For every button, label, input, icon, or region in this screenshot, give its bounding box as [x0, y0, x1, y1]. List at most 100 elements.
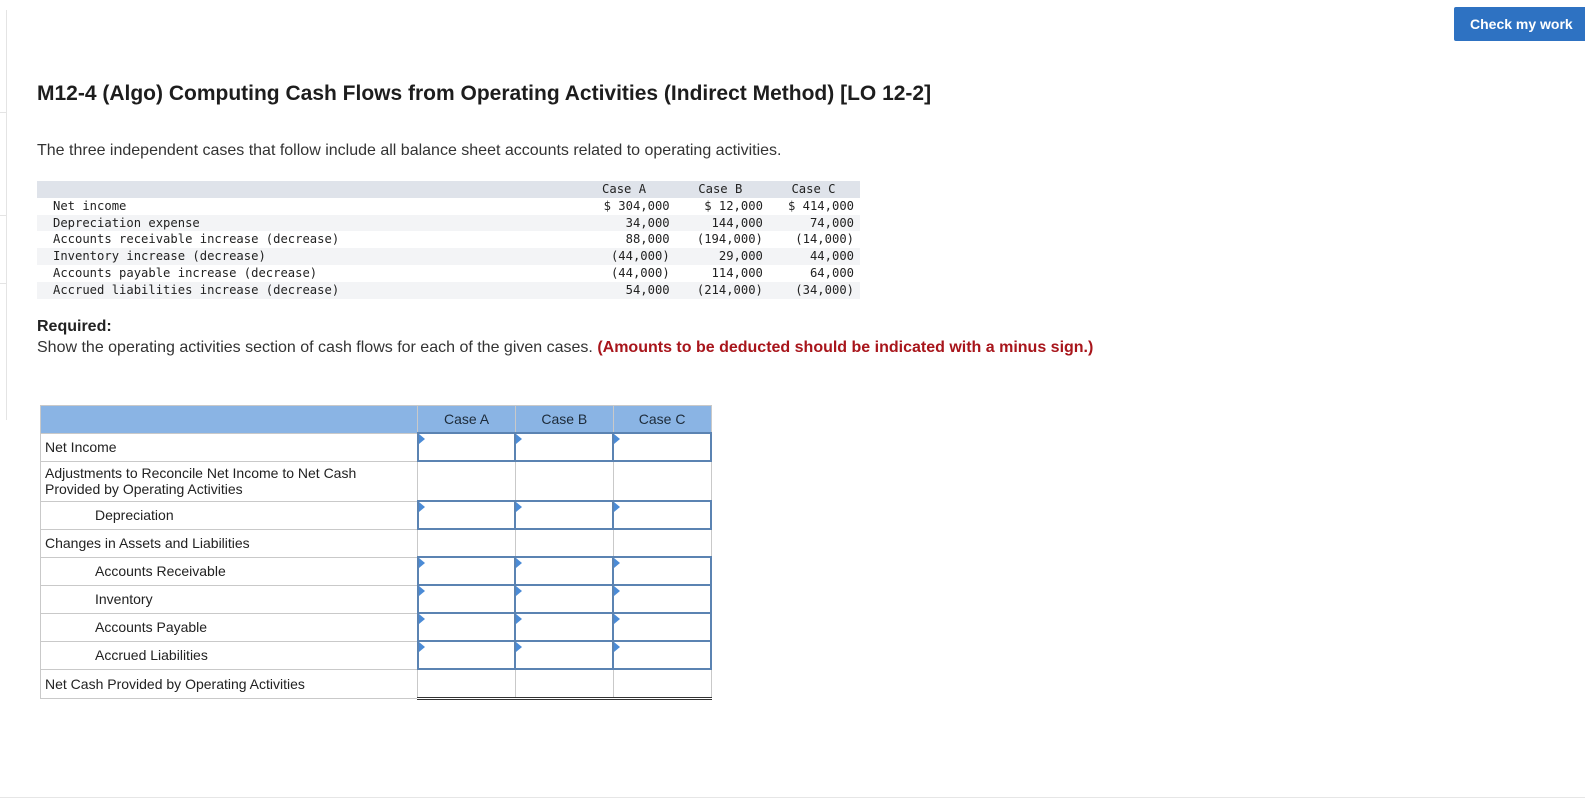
answer-cell-case-c[interactable] — [612, 640, 712, 670]
answer-cell-case-a[interactable] — [416, 612, 517, 642]
answer-header-case-b: Case B — [514, 405, 614, 434]
answer-cell-case-a[interactable] — [416, 432, 517, 462]
answer-row: Depreciation — [39, 500, 712, 530]
answer-row-label: Accrued Liabilities — [39, 640, 419, 670]
given-data-table: Case A Case B Case C Net income $ 304,000… — [37, 181, 860, 299]
given-value-case-b: 114,000 — [711, 265, 763, 280]
problem-title: M12-4 (Algo) Computing Cash Flows from O… — [37, 82, 932, 105]
answer-input-case-c[interactable] — [614, 586, 710, 612]
answer-row-label: Net Cash Provided by Operating Activitie… — [39, 668, 419, 699]
answer-cell-case-c — [612, 460, 712, 502]
answer-row-label: Accounts Receivable — [39, 556, 419, 586]
answer-row-label: Depreciation — [39, 500, 419, 530]
answer-cell-case-a[interactable] — [416, 556, 517, 586]
answer-cell-case-b[interactable] — [514, 584, 615, 614]
given-value-case-c: $ 414,000 — [787, 198, 854, 213]
answer-cell-case-c[interactable] — [612, 556, 712, 586]
answer-input-case-c[interactable] — [614, 614, 710, 640]
problem-intro: The three independent cases that follow … — [37, 142, 782, 159]
given-value-case-c: 64,000 — [809, 265, 854, 280]
given-row: Depreciation expense 34,000 144,000 74,000 — [37, 214, 860, 232]
answer-input-case-b[interactable] — [516, 558, 613, 584]
answer-row-label: Accounts Payable — [39, 612, 419, 642]
answer-row-label: Net Income — [39, 432, 419, 462]
given-row-label: Inventory increase (decrease) — [53, 249, 266, 264]
answer-cell-case-b[interactable] — [514, 640, 615, 670]
answer-row: Accounts Payable — [39, 612, 712, 642]
given-header-blank — [37, 181, 494, 198]
given-value-case-a: 34,000 — [625, 215, 670, 230]
given-row: Accounts payable increase (decrease) (44,… — [37, 264, 860, 282]
answer-cell-case-b[interactable] — [514, 556, 615, 586]
answer-input-case-a[interactable] — [418, 502, 515, 528]
answer-input-case-c[interactable] — [614, 642, 710, 668]
answer-cell-case-c[interactable] — [612, 432, 712, 462]
answer-input-case-b[interactable] — [516, 642, 613, 668]
answer-cell-case-a — [417, 668, 516, 700]
given-row-label: Accounts payable increase (decrease) — [53, 265, 318, 280]
rail-divider — [0, 215, 6, 216]
answer-input-case-c[interactable] — [614, 434, 710, 460]
given-header-case-a: Case A — [602, 182, 647, 196]
required-note: (Amounts to be deducted should be indica… — [597, 339, 1094, 356]
answer-cell-case-c — [612, 668, 712, 700]
answer-input-case-a[interactable] — [418, 586, 515, 612]
given-value-case-c: (34,000) — [795, 282, 854, 297]
answer-input-case-b[interactable] — [516, 434, 613, 460]
required-instruction: Show the operating activities section of… — [37, 339, 593, 356]
answer-cell-case-c — [612, 528, 712, 558]
answer-input-case-a[interactable] — [418, 614, 515, 640]
answer-input-case-c[interactable] — [614, 502, 710, 528]
answer-cell-case-b — [514, 528, 614, 558]
given-row: Accrued liabilities increase (decrease) 5… — [37, 281, 860, 299]
answer-cell-case-a[interactable] — [416, 640, 517, 670]
answer-row: Accrued Liabilities — [39, 640, 712, 670]
answer-header-row: Case A Case B Case C — [39, 405, 712, 434]
answer-input-case-a[interactable] — [418, 642, 515, 668]
answer-cell-case-a — [417, 460, 516, 502]
answer-cell-case-a — [417, 528, 516, 558]
answer-cell-case-c[interactable] — [612, 612, 712, 642]
answer-input-case-c[interactable] — [614, 558, 710, 584]
left-rail — [0, 10, 7, 420]
answer-cell-case-b[interactable] — [514, 500, 615, 530]
answer-row: Net Cash Provided by Operating Activitie… — [39, 668, 712, 700]
answer-row: Net Income — [39, 432, 712, 462]
given-value-case-a: 54,000 — [625, 282, 670, 297]
check-my-work-button[interactable]: Check my work — [1454, 7, 1585, 41]
answer-row-label: Changes in Assets and Liabilities — [39, 528, 419, 558]
rail-divider — [0, 112, 6, 113]
answer-input-case-b[interactable] — [516, 586, 613, 612]
given-value-case-b: $ 12,000 — [704, 198, 763, 213]
given-header-row: Case A Case B Case C — [37, 181, 860, 198]
answer-cell-case-a[interactable] — [416, 584, 517, 614]
answer-cell-case-c[interactable] — [612, 500, 712, 530]
answer-cell-case-a[interactable] — [416, 500, 517, 530]
answer-row: Adjustments to Reconcile Net Income to N… — [39, 460, 712, 502]
answer-input-case-b[interactable] — [516, 614, 613, 640]
given-row-label: Accounts receivable increase (decrease) — [53, 232, 340, 247]
answer-header-case-c: Case C — [612, 405, 712, 434]
answer-cell-case-b[interactable] — [514, 432, 615, 462]
given-row-label: Accrued liabilities increase (decrease) — [53, 282, 340, 297]
answer-row: Accounts Receivable — [39, 556, 712, 586]
answer-header-blank — [39, 405, 419, 434]
answer-input-case-b[interactable] — [516, 502, 613, 528]
given-header-case-b: Case B — [698, 182, 743, 196]
given-row-label: Depreciation expense — [53, 215, 200, 230]
answer-cell-case-b[interactable] — [514, 612, 615, 642]
given-row: Inventory increase (decrease) (44,000) 29,… — [37, 248, 860, 265]
given-value-case-b: (194,000) — [696, 232, 763, 247]
answer-row: Changes in Assets and Liabilities — [39, 528, 712, 558]
answer-cell-case-c[interactable] — [612, 584, 712, 614]
answer-table: Case A Case B Case C Net Income Adjustmen… — [39, 405, 712, 700]
given-value-case-b: (214,000) — [696, 282, 763, 297]
answer-cell-case-b — [514, 668, 614, 700]
given-value-case-c: (14,000) — [795, 232, 854, 247]
given-value-case-a: (44,000) — [610, 249, 670, 264]
required-text: Show the operating activities section of… — [37, 338, 1097, 358]
answer-cell-case-b — [514, 460, 614, 502]
given-header-case-c: Case C — [791, 182, 836, 196]
answer-input-case-a[interactable] — [418, 558, 515, 584]
answer-input-case-a[interactable] — [418, 434, 515, 460]
